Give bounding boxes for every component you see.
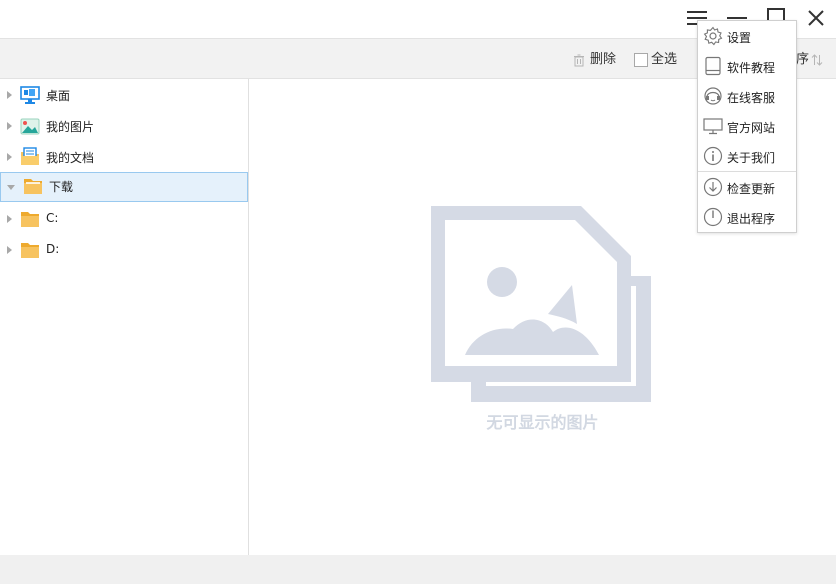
folder-tree: 桌面 我的图片 我的文档 下载 C: D:: [0, 79, 249, 555]
app-window: 删除 全选 序 桌面 我的图片 我的文档 下载 C: D: 无可显示的图片 设置…: [0, 0, 836, 584]
tree-item-label: D:: [46, 242, 60, 256]
info-icon: [703, 146, 723, 166]
tree-item-drive-d[interactable]: D:: [0, 236, 248, 264]
select-all-label: 全选: [651, 52, 678, 67]
select-all-checkbox[interactable]: 全选: [634, 51, 677, 69]
tree-item-drive-c[interactable]: C:: [0, 205, 248, 233]
main-menu-dropdown: 设置 软件教程 在线客服 官方网站 关于我们 检查更新 退出程序: [697, 20, 797, 233]
menu-item-exit[interactable]: 退出程序: [698, 202, 796, 232]
empty-image-placeholder-icon: [431, 206, 651, 402]
delete-button[interactable]: 删除: [572, 51, 616, 69]
sort-button[interactable]: 序: [796, 51, 823, 69]
tree-item-label: 下载: [49, 180, 74, 194]
menu-item-label: 设置: [727, 31, 752, 45]
close-icon: [808, 10, 824, 26]
menu-item-label: 软件教程: [727, 61, 776, 75]
hamburger-icon: [687, 11, 707, 13]
pictures-folder-icon: [20, 118, 40, 135]
tree-item-my-documents[interactable]: 我的文档: [0, 143, 248, 171]
tree-item-label: 我的文档: [46, 151, 95, 165]
expand-arrow-icon[interactable]: [7, 215, 12, 223]
folder-icon: [24, 179, 42, 194]
menu-item-settings[interactable]: 设置: [698, 21, 796, 51]
tree-item-my-pictures[interactable]: 我的图片: [0, 112, 248, 140]
menu-item-check-update[interactable]: 检查更新: [698, 172, 796, 202]
checkbox-box[interactable]: [634, 53, 648, 67]
trash-icon: [574, 54, 584, 67]
menu-item-label: 在线客服: [727, 91, 776, 105]
book-icon: [705, 56, 721, 76]
menu-item-label: 退出程序: [727, 212, 776, 226]
delete-label: 删除: [590, 52, 617, 67]
close-button[interactable]: [803, 5, 829, 31]
menu-item-official-website[interactable]: 官方网站: [698, 111, 796, 141]
tree-item-downloads[interactable]: 下载: [0, 172, 248, 202]
download-circle-icon: [703, 177, 723, 197]
empty-message: 无可显示的图片: [486, 413, 599, 432]
status-bar: [0, 555, 836, 584]
folder-icon: [21, 243, 39, 258]
tree-item-desktop[interactable]: 桌面: [0, 81, 248, 109]
monitor-icon: [703, 118, 723, 135]
sort-arrows-icon: [811, 54, 823, 66]
menu-item-tutorial[interactable]: 软件教程: [698, 51, 796, 81]
menu-item-online-support[interactable]: 在线客服: [698, 81, 796, 111]
sort-label: 序: [796, 52, 810, 67]
menu-item-label: 检查更新: [727, 182, 776, 196]
gear-icon: [703, 26, 723, 46]
desktop-icon: [20, 86, 40, 104]
expand-arrow-icon[interactable]: [7, 246, 12, 254]
documents-folder-icon: [21, 147, 39, 165]
tree-item-label: C:: [46, 211, 59, 225]
menu-item-about-us[interactable]: 关于我们: [698, 141, 796, 171]
hamburger-icon-line: [687, 17, 707, 19]
tree-item-label: 我的图片: [46, 120, 95, 134]
menu-item-label: 官方网站: [727, 121, 776, 135]
expand-arrow-icon[interactable]: [7, 153, 12, 161]
menu-item-label: 关于我们: [727, 151, 776, 165]
power-icon: [703, 207, 723, 227]
collapse-arrow-icon[interactable]: [7, 185, 15, 190]
expand-arrow-icon[interactable]: [7, 122, 12, 130]
tree-item-label: 桌面: [46, 89, 71, 103]
folder-icon: [21, 212, 39, 227]
expand-arrow-icon[interactable]: [7, 91, 12, 99]
headset-icon: [704, 87, 722, 105]
minimize-icon: [727, 17, 747, 19]
